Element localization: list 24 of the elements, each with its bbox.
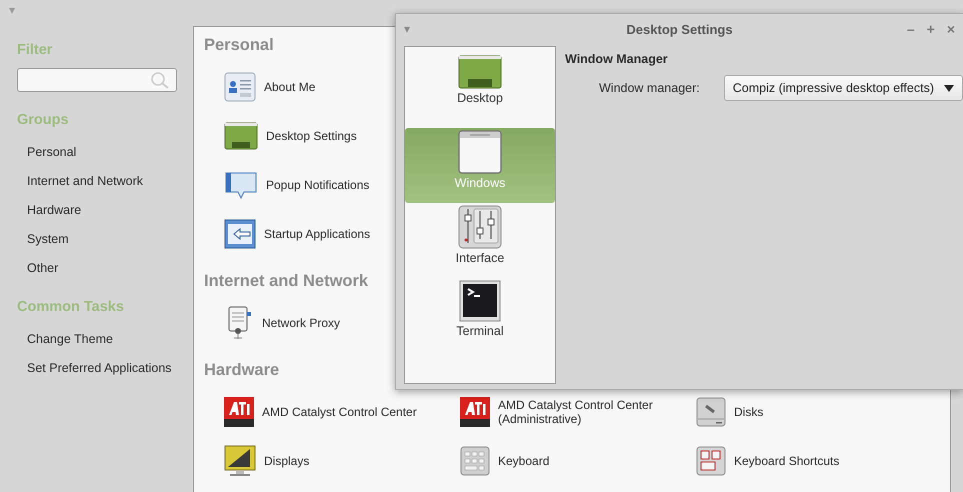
group-link[interactable]: Hardware: [27, 202, 82, 219]
group-link[interactable]: Personal: [27, 144, 76, 161]
launcher-item[interactable]: Disks: [696, 393, 932, 430]
field-label: Window manager:: [599, 81, 700, 95]
launcher-item[interactable]: Displays: [224, 442, 460, 479]
launcher-item[interactable]: AMD Catalyst Control Center (Administrative): [460, 393, 696, 430]
filter-heading: Filter: [17, 42, 54, 58]
dialog-title: Desktop Settings: [626, 22, 733, 36]
section-heading: Hardware: [204, 361, 280, 380]
section-heading: Internet and Network: [204, 272, 370, 291]
task-link[interactable]: Change Theme: [27, 331, 113, 348]
groups-heading: Groups: [17, 112, 70, 128]
task-link[interactable]: Set Preferred Applications: [27, 360, 172, 377]
section-heading: Window Manager: [565, 52, 669, 66]
common-tasks-heading: Common Tasks: [17, 299, 125, 315]
section-heading: Personal: [204, 36, 275, 55]
group-link[interactable]: System: [27, 231, 69, 248]
group-link[interactable]: Other: [27, 260, 58, 277]
launcher-item[interactable]: Keyboard Shortcuts: [696, 442, 932, 479]
launcher-item[interactable]: AMD Catalyst Control Center: [224, 393, 460, 430]
group-link[interactable]: Internet and Network: [27, 173, 144, 190]
window-manager-dropdown[interactable]: Compiz (impressive desktop effects): [724, 75, 963, 101]
page-item[interactable]: Terminal: [405, 278, 555, 353]
launcher-item[interactable]: Keyboard: [460, 442, 696, 479]
